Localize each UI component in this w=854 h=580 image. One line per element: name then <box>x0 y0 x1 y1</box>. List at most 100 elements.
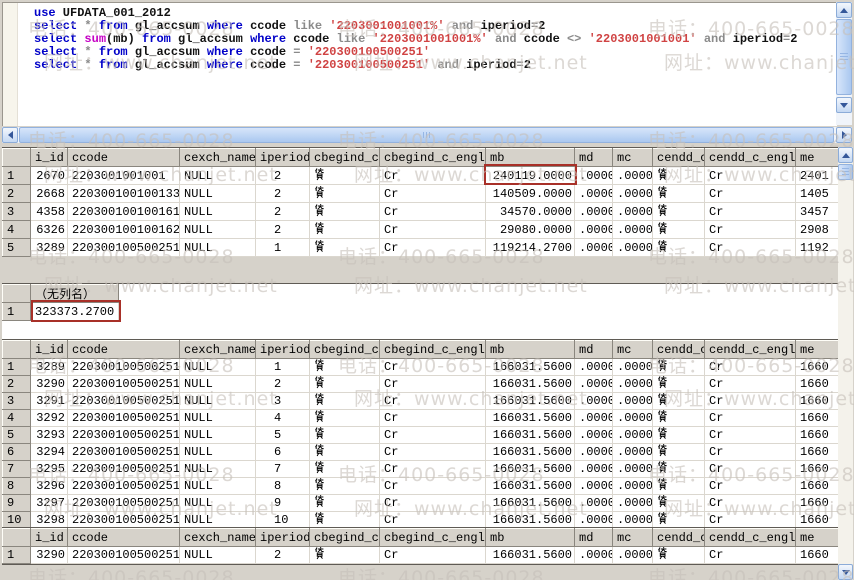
grid-cell-md[interactable]: .0000 <box>575 444 613 461</box>
grid-cell-cexch_name[interactable]: NULL <box>180 495 256 512</box>
column-header-ccode[interactable]: ccode <box>68 149 180 167</box>
grid-cell-cbegind_c_engl[interactable]: Cr <box>380 239 486 257</box>
grid-cell-ccode[interactable]: 220300100500251 <box>68 478 180 495</box>
grid-cell-cbegind_c_engl[interactable]: Cr <box>380 495 486 512</box>
editor-vertical-scrollbar[interactable] <box>836 2 852 125</box>
column-header-cbegind_c[interactable]: cbegind_c <box>310 149 380 167</box>
scroll-down-button[interactable] <box>838 564 853 580</box>
grid-cell-iperiod[interactable]: 4 <box>256 410 310 427</box>
grid-cell-md[interactable]: .0000 <box>575 427 613 444</box>
grid-cell-iperiod[interactable]: 2 <box>256 185 310 203</box>
grid-cell-cbegind_c_engl[interactable]: Cr <box>380 410 486 427</box>
column-header-md[interactable]: md <box>575 341 613 359</box>
grid-cell-mc[interactable]: .0000 <box>613 410 653 427</box>
grid-cell-me[interactable]: 2908 <box>796 221 839 239</box>
grid-cell-cendd_c_engl[interactable]: Cr <box>705 376 796 393</box>
column-header-no-name[interactable]: （无列名） <box>31 285 119 303</box>
grid-cell-i_id[interactable]: 3291 <box>31 393 68 410</box>
grid-cell-iperiod[interactable]: 2 <box>256 376 310 393</box>
grid-cell-ccode[interactable]: 220300100500251 <box>68 359 180 376</box>
grid-cell-mb[interactable]: 34570.0000 <box>486 203 575 221</box>
scroll-up-button[interactable] <box>836 2 852 18</box>
grid-cell-mc[interactable]: .0000 <box>613 239 653 257</box>
grid-cell-cbegind_c[interactable] <box>310 167 380 185</box>
grid-cell-me[interactable]: 1660 <box>796 410 839 427</box>
column-header-i_id[interactable]: i_id <box>31 529 68 547</box>
grid-cell-iperiod[interactable]: 5 <box>256 427 310 444</box>
grid-cell-cexch_name[interactable]: NULL <box>180 239 256 257</box>
grid-cell-i_id[interactable]: 3290 <box>31 376 68 393</box>
grid-cell-cendd_c[interactable] <box>653 461 705 478</box>
grid-cell-ccode[interactable]: 220300100100161 <box>68 203 180 221</box>
grid-cell-cbegind_c[interactable] <box>310 221 380 239</box>
grid-cell-iperiod[interactable]: 2 <box>256 203 310 221</box>
grid-cell-cendd_c[interactable] <box>653 221 705 239</box>
grid-cell-me[interactable]: 1660 <box>796 478 839 495</box>
column-header-cendd_c_engl[interactable]: cendd_c_engl <box>705 529 796 547</box>
grid-cell-mb[interactable]: 166031.5600 <box>486 427 575 444</box>
grid-cell-md[interactable]: .0000 <box>575 376 613 393</box>
grid-cell-iperiod[interactable]: 2 <box>256 547 310 564</box>
results-scrollbar-thumb[interactable] <box>838 164 853 180</box>
grid-cell-cendd_c_engl[interactable]: Cr <box>705 221 796 239</box>
grid-cell-cexch_name[interactable]: NULL <box>180 221 256 239</box>
grid-cell-cendd_c[interactable] <box>653 512 705 529</box>
grid-cell-i_id[interactable]: 3294 <box>31 444 68 461</box>
sql-editor-pane[interactable]: use UFDATA_001_2012select * from gl_accs… <box>2 2 837 126</box>
grid-cell-cbegind_c_engl[interactable]: Cr <box>380 185 486 203</box>
grid-cell-cendd_c[interactable] <box>653 239 705 257</box>
grid-cell-cendd_c[interactable] <box>653 495 705 512</box>
grid-cell-md[interactable]: .0000 <box>575 495 613 512</box>
column-header-mb[interactable]: mb <box>486 341 575 359</box>
grid-cell-me[interactable]: 1660 <box>796 512 839 529</box>
grid-cell-iperiod[interactable]: 10 <box>256 512 310 529</box>
grid-cell-cbegind_c[interactable] <box>310 547 380 564</box>
grid-cell-iperiod[interactable]: 7 <box>256 461 310 478</box>
grid-cell-cendd_c_engl[interactable]: Cr <box>705 495 796 512</box>
grid-cell-i_id[interactable]: 3297 <box>31 495 68 512</box>
grid-cell-me[interactable]: 1660 <box>796 427 839 444</box>
sum-value-cell[interactable]: 323373.2700 <box>31 303 119 321</box>
grid-cell-ccode[interactable]: 220300100500251 <box>68 376 180 393</box>
row-header[interactable]: 2 <box>3 376 31 393</box>
grid-cell-mb[interactable]: 166031.5600 <box>486 547 575 564</box>
grid-cell-mc[interactable]: .0000 <box>613 376 653 393</box>
grid-cell-cendd_c_engl[interactable]: Cr <box>705 512 796 529</box>
grid-cell-cexch_name[interactable]: NULL <box>180 376 256 393</box>
grid-cell-cendd_c[interactable] <box>653 376 705 393</box>
grid-cell-cbegind_c[interactable] <box>310 376 380 393</box>
grid-cell-cbegind_c_engl[interactable]: Cr <box>380 547 486 564</box>
row-header[interactable]: 2 <box>3 185 31 203</box>
grid-cell-ccode[interactable]: 2203001001001 <box>68 167 180 185</box>
grid-cell-cendd_c_engl[interactable]: Cr <box>705 444 796 461</box>
row-header[interactable]: 10 <box>3 512 31 529</box>
grid-cell-mb[interactable]: 29080.0000 <box>486 221 575 239</box>
grid-cell-cbegind_c_engl[interactable]: Cr <box>380 444 486 461</box>
scroll-up-button[interactable] <box>838 147 853 163</box>
grid-cell-md[interactable]: .0000 <box>575 221 613 239</box>
grid-cell-cexch_name[interactable]: NULL <box>180 167 256 185</box>
column-header-mc[interactable]: mc <box>613 149 653 167</box>
column-header-cexch_name[interactable]: cexch_name <box>180 529 256 547</box>
grid-cell-me[interactable]: 1660 <box>796 359 839 376</box>
grid-cell-i_id[interactable]: 3289 <box>31 359 68 376</box>
row-header[interactable]: 6 <box>3 444 31 461</box>
grid-cell-ccode[interactable]: 220300100100162 <box>68 221 180 239</box>
grid-cell-i_id[interactable]: 3298 <box>31 512 68 529</box>
grid-cell-mb[interactable]: 166031.5600 <box>486 376 575 393</box>
grid-cell-cexch_name[interactable]: NULL <box>180 478 256 495</box>
grid-cell-cbegind_c[interactable] <box>310 239 380 257</box>
column-header-iperiod[interactable]: iperiod <box>256 149 310 167</box>
grid-cell-cendd_c[interactable] <box>653 359 705 376</box>
column-header-me[interactable]: me <box>796 529 839 547</box>
column-header-me[interactable]: me <box>796 149 839 167</box>
grid-cell-cexch_name[interactable]: NULL <box>180 461 256 478</box>
grid-cell-cendd_c_engl[interactable]: Cr <box>705 427 796 444</box>
grid-cell-md[interactable]: .0000 <box>575 203 613 221</box>
grid-cell-cendd_c_engl[interactable]: Cr <box>705 461 796 478</box>
grid-cell-mc[interactable]: .0000 <box>613 359 653 376</box>
column-header-cbegind_c[interactable]: cbegind_c <box>310 341 380 359</box>
grid-cell-md[interactable]: .0000 <box>575 478 613 495</box>
column-header-iperiod[interactable]: iperiod <box>256 341 310 359</box>
grid-cell-cbegind_c_engl[interactable]: Cr <box>380 512 486 529</box>
